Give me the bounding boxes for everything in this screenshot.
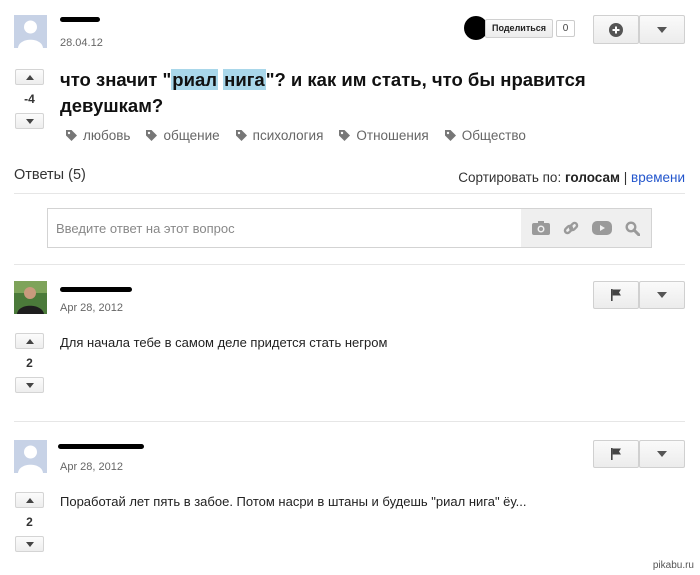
question-date: 28.04.12 [60,37,103,49]
arrow-down-icon [25,541,34,547]
video-icon[interactable] [592,221,613,235]
question-downvote-button[interactable] [15,113,44,129]
answer-downvote-button[interactable] [15,536,44,552]
tag-icon [146,130,158,141]
answer-downvote-button[interactable] [15,377,44,393]
answer-menu-button[interactable] [639,281,685,309]
tag-label: общение [163,128,220,143]
question-title: что значит "риал нига"? и как им стать, … [60,67,660,119]
question-menu-button[interactable] [639,15,685,44]
arrow-down-icon [25,382,34,388]
highlighted-word: нига [223,69,266,90]
follow-button[interactable] [593,15,639,44]
chevron-down-icon [657,451,667,457]
answer-date: Apr 28, 2012 [60,461,123,473]
tag-item[interactable]: любовь [66,128,130,143]
answer-menu-button[interactable] [639,440,685,468]
chevron-down-icon [657,26,667,33]
flag-icon [611,448,621,460]
sort-by-time-link[interactable]: времени [631,170,685,185]
divider [14,193,685,194]
divider [14,421,685,422]
tag-icon [444,130,456,141]
arrow-up-icon [25,497,34,503]
flag-button[interactable] [593,440,639,468]
answer-input[interactable] [48,209,521,247]
tag-label: Общество [461,128,526,143]
watermark: pikabu.ru [652,560,694,571]
tag-icon [339,130,351,141]
tag-list: любовь общение психология Отношения Обще… [66,128,526,143]
highlighted-word: риал [171,69,218,90]
answer-author-avatar[interactable] [14,281,47,314]
tag-item[interactable]: Общество [444,128,526,143]
answer-upvote-button[interactable] [15,333,44,349]
tag-label: Отношения [356,128,429,143]
answer-vote-count: 2 [26,356,33,370]
redacted-username [60,17,100,22]
sort-label: Сортировать по: [458,170,562,185]
redacted-username [60,287,132,292]
plus-icon [609,22,623,37]
question-upvote-button[interactable] [15,69,44,85]
tag-item[interactable]: психология [235,128,324,143]
flag-icon [611,289,621,301]
answer-upvote-button[interactable] [15,492,44,508]
composer-toolbar [521,209,651,247]
arrow-down-icon [25,118,34,124]
tag-item[interactable]: общение [146,128,220,143]
camera-icon[interactable] [531,221,550,235]
tag-item[interactable]: Отношения [339,128,429,143]
answer-date: Apr 28, 2012 [60,302,123,314]
tag-icon [235,130,247,141]
answer-text: Для начала тебе в самом деле придется ст… [60,335,388,350]
divider [14,264,685,265]
arrow-up-icon [25,74,34,80]
link-icon[interactable] [563,220,579,236]
arrow-up-icon [25,338,34,344]
chevron-down-icon [657,292,667,298]
sort-control: Сортировать по: голосам | времени [458,170,685,185]
answer-text: Поработай лет пять в забое. Потом насри … [60,494,527,509]
answers-heading: Ответы (5) [14,167,86,183]
sort-separator: | [623,170,628,185]
search-icon[interactable] [625,220,641,236]
redacted-username [58,444,144,449]
answer-composer [47,208,652,248]
tag-icon [66,130,77,141]
share-button[interactable]: Поделиться [485,19,554,38]
sort-by-votes[interactable]: голосам [565,170,620,185]
title-text-start: что значит " [60,69,172,90]
answer-author-avatar[interactable] [14,440,47,473]
share-count: 0 [556,20,575,37]
answer-vote-count: 2 [26,515,33,529]
question-vote-count: -4 [24,92,35,106]
tag-label: любовь [83,128,131,143]
tag-label: психология [252,128,324,143]
flag-button[interactable] [593,281,639,309]
question-author-avatar[interactable] [14,15,47,48]
